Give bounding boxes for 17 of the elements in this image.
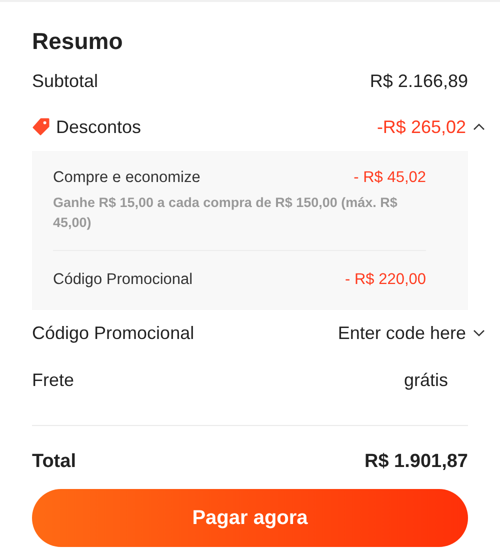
promo-code-dropdown[interactable]: Enter code here — [338, 322, 466, 344]
discount-label: Compre e economize — [53, 169, 200, 187]
total-value: R$ 1.901,87 — [364, 451, 468, 473]
shipping-label: Frete — [32, 370, 74, 390]
discounts-label: Descontos — [56, 116, 142, 138]
subtotal-label: Subtotal — [32, 70, 98, 92]
discount-value: - R$ 45,02 — [354, 169, 426, 187]
discount-note: Ganhe R$ 15,00 a cada compra de R$ 150,00 (máx. R$ 45,00) — [53, 194, 398, 232]
discount-value: - R$ 220,00 — [345, 271, 426, 289]
shipping-value: grátis — [404, 370, 448, 390]
tag-icon — [32, 118, 50, 136]
discount-label: Código Promocional — [53, 271, 193, 289]
total-label: Total — [32, 451, 76, 473]
promo-code-label: Código Promocional — [32, 322, 194, 344]
subtotal-value: R$ 2.166,89 — [370, 70, 468, 92]
summary-title: Resumo — [32, 27, 124, 56]
discounts-value: -R$ 265,02 — [376, 116, 466, 138]
